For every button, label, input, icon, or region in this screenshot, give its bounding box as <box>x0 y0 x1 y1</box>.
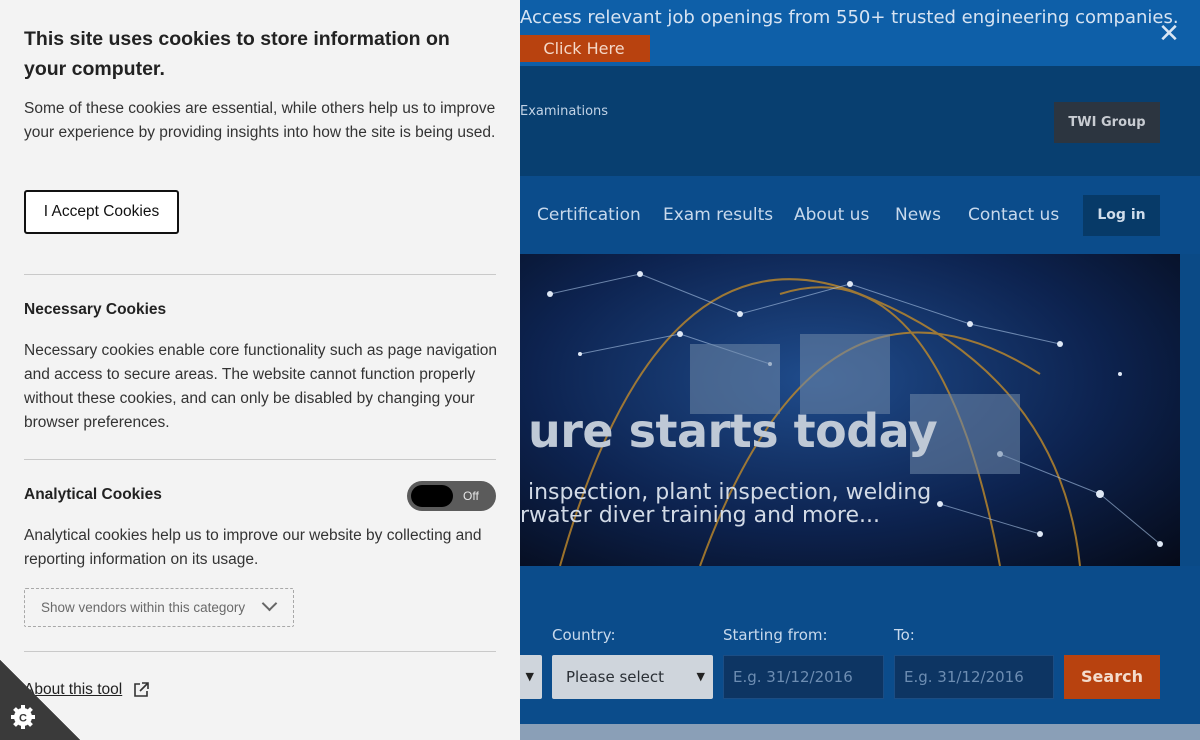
cookie-panel-intro: Some of these cookies are essential, whi… <box>24 100 496 141</box>
nav-item-contact-us[interactable]: Contact us <box>968 205 1059 225</box>
nav-item-exam-results[interactable]: Exam results <box>663 205 773 225</box>
external-link-icon <box>134 682 149 697</box>
show-vendors-button[interactable]: Show vendors within this category <box>24 588 294 627</box>
search-button[interactable]: Search <box>1064 655 1160 699</box>
end-date-input[interactable]: E.g. 31/12/2016 <box>894 655 1054 699</box>
click-here-button[interactable]: Click Here <box>518 35 650 62</box>
start-date-input[interactable]: E.g. 31/12/2016 <box>723 655 884 699</box>
analytical-cookies-toggle[interactable]: Off <box>407 481 496 511</box>
country-label: Country: <box>552 626 616 644</box>
divider <box>24 274 496 275</box>
examinations-link[interactable]: Examinations <box>520 104 608 119</box>
chevron-down-icon <box>261 595 278 612</box>
chevron-down-icon: ▼ <box>525 670 534 683</box>
divider <box>24 459 496 460</box>
analytical-cookies-title: Analytical Cookies <box>24 486 162 503</box>
close-icon[interactable]: ✕ <box>1156 20 1182 46</box>
twi-group-button[interactable]: TWI Group <box>1054 102 1160 143</box>
hero-subtitle-line-2: rwater diver training and more... <box>520 503 880 528</box>
toggle-knob <box>411 485 453 507</box>
show-vendors-label: Show vendors within this category <box>41 600 246 615</box>
necessary-cookies-title: Necessary Cookies <box>24 301 167 318</box>
svg-text:C: C <box>19 713 27 725</box>
to-label: To: <box>894 626 915 644</box>
starting-from-label: Starting from: <box>723 626 828 644</box>
hero-headline: ure starts today <box>528 404 938 458</box>
nav-item-certification[interactable]: Certification <box>537 205 641 225</box>
hero-banner: ure starts today inspection, plant inspe… <box>520 254 1180 566</box>
cookie-panel: This site uses cookies to store informat… <box>0 0 520 740</box>
banner-message: Access relevant job openings from 550+ t… <box>520 7 1179 28</box>
country-select-value: Please select <box>566 668 665 686</box>
analytical-cookies-text: Analytical cookies help us to improve ou… <box>24 527 482 568</box>
cookie-panel-title: This site uses cookies to store informat… <box>24 28 450 80</box>
login-button[interactable]: Log in <box>1083 195 1160 236</box>
nav-item-about-us[interactable]: About us <box>794 205 869 225</box>
chevron-down-icon: ▼ <box>696 670 705 683</box>
necessary-cookies-text: Necessary cookies enable core functional… <box>24 342 498 431</box>
toggle-state-label: Off <box>463 489 479 503</box>
accept-cookies-button[interactable]: I Accept Cookies <box>24 190 179 234</box>
cookie-settings-icon[interactable]: C <box>10 704 36 730</box>
divider <box>24 651 496 652</box>
hero-subtitle-line-1: inspection, plant inspection, welding <box>528 480 932 505</box>
nav-item-news[interactable]: News <box>895 205 941 225</box>
country-select[interactable]: Please select ▼ <box>552 655 713 699</box>
